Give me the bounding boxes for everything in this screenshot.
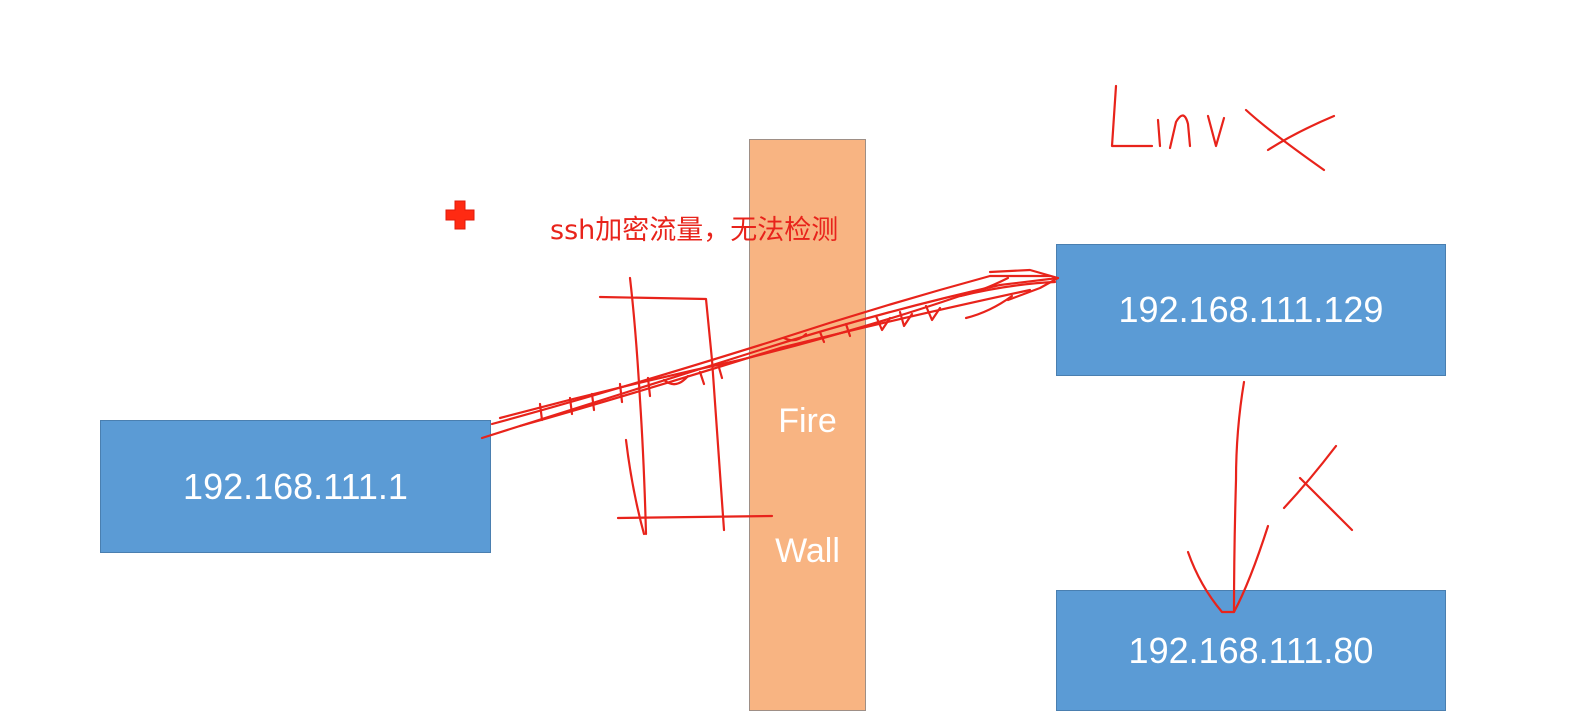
node-label: 192.168.111.129 (1118, 289, 1384, 330)
firewall-inspection-marks (598, 276, 774, 536)
node-192-168-111-129: 192.168.111.129 (1056, 244, 1446, 376)
node-label: 192.168.111.1 (183, 465, 408, 507)
downward-arrow (1186, 380, 1270, 614)
node-192-168-111-80: 192.168.111.80 (1056, 590, 1446, 711)
annotation-text: ssh加密流量，无法检测 (550, 215, 839, 246)
node-label: 192.168.111.80 (1128, 629, 1374, 671)
node-192-168-111-1: 192.168.111.1 (100, 420, 491, 553)
handwritten-linux-label (1110, 84, 1336, 172)
red-cross-cursor-icon (445, 200, 475, 230)
firewall-label-wall: Wall (775, 532, 840, 570)
handwritten-blocked-x-mark (1282, 444, 1354, 532)
firewall-label-fire: Fire (778, 402, 837, 440)
